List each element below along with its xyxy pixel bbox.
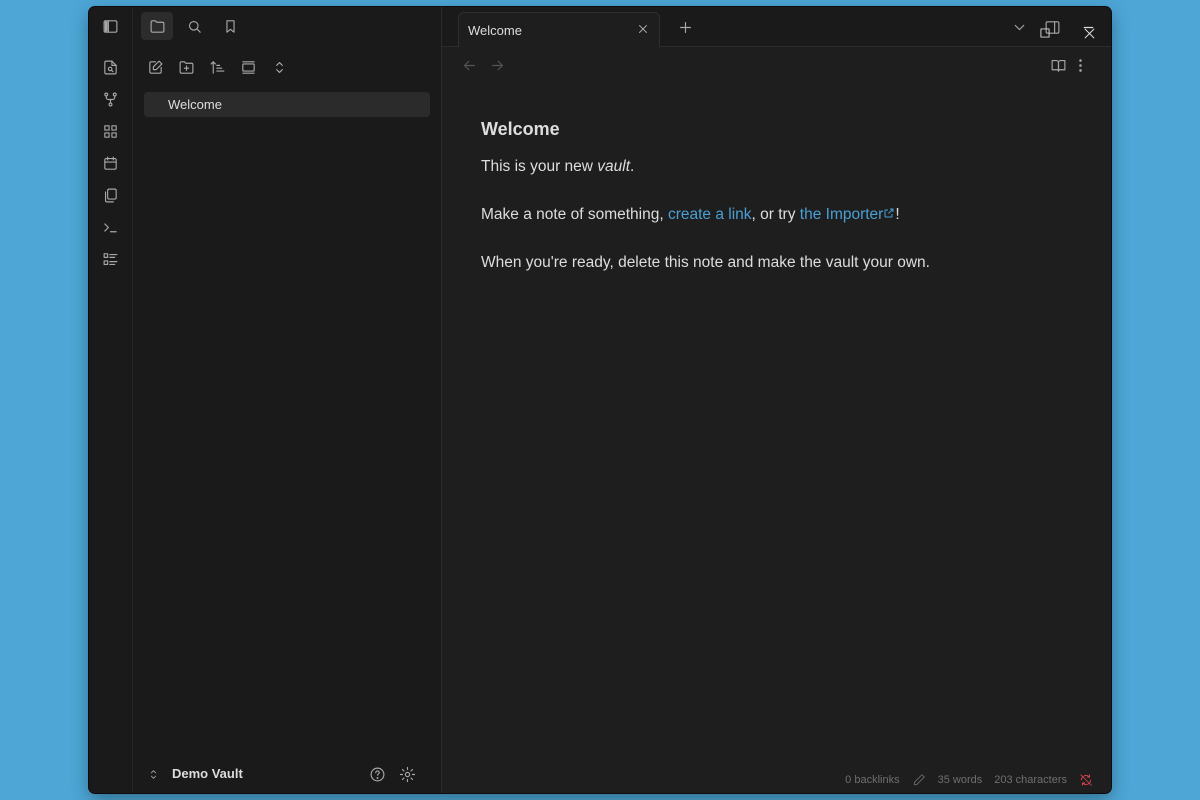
file-item-welcome[interactable]: Welcome: [144, 92, 430, 117]
close-tab-icon[interactable]: [631, 17, 655, 41]
sort-icon[interactable]: [202, 53, 232, 81]
chevron-up-down-icon: [141, 760, 165, 788]
new-note-icon[interactable]: [140, 53, 170, 81]
note-title: Welcome: [481, 119, 560, 139]
paragraph-2: Make a note of something, create a link,…: [481, 204, 1081, 226]
tab-title: Welcome: [468, 23, 522, 38]
editor-pane: Welcome This is your new vault. Make a n…: [442, 47, 1111, 793]
open-quick-switcher-icon[interactable]: [95, 53, 125, 81]
toggle-sidebar-icon[interactable]: [95, 12, 125, 40]
p2-suffix: !: [895, 206, 900, 223]
importer-link[interactable]: the Importer: [800, 206, 896, 223]
calendar-icon[interactable]: [95, 149, 125, 177]
outline-list-icon[interactable]: [95, 245, 125, 273]
tab-welcome[interactable]: Welcome: [458, 12, 660, 47]
forward-arrow-icon[interactable]: [482, 51, 512, 79]
status-bar: 0 backlinks 35 words 203 characters: [845, 771, 1093, 789]
new-folder-icon[interactable]: [171, 53, 201, 81]
back-arrow-icon[interactable]: [454, 51, 484, 79]
graph-view-icon[interactable]: [95, 85, 125, 113]
p1-text: This is your new: [481, 158, 598, 175]
external-link-icon: [884, 208, 894, 218]
backlinks-count[interactable]: 0 backlinks: [845, 774, 899, 786]
maximize-icon[interactable]: [1032, 19, 1058, 47]
note-content[interactable]: Welcome This is your new vault. Make a n…: [481, 119, 1081, 300]
settings-gear-icon[interactable]: [392, 760, 422, 788]
paragraph-3: When you're ready, delete this note and …: [481, 254, 930, 271]
templates-icon[interactable]: [95, 181, 125, 209]
p2-text: Make a note of something,: [481, 206, 668, 223]
command-palette-icon[interactable]: [95, 213, 125, 241]
reading-view-book-icon[interactable]: [1043, 51, 1073, 79]
edit-mode-pencil-icon[interactable]: [912, 773, 926, 787]
p1-emphasis: vault: [597, 158, 631, 175]
file-explorer-sidebar: Welcome Demo Vault: [133, 7, 442, 793]
tab-bar: Welcome: [442, 7, 1111, 47]
character-count: 203 characters: [994, 774, 1067, 786]
expand-collapse-icon[interactable]: [264, 53, 294, 81]
word-count: 35 words: [937, 774, 983, 786]
importer-link-text: the Importer: [799, 206, 884, 223]
files-icon[interactable]: [141, 12, 173, 40]
bookmark-icon[interactable]: [215, 12, 245, 40]
more-options-icon[interactable]: [1070, 51, 1090, 79]
tab-list-chevron-down-icon[interactable]: [1004, 13, 1034, 41]
sync-error-icon[interactable]: [1079, 773, 1093, 787]
p1-suffix: .: [630, 158, 635, 175]
app-window: Welcome Demo Vault Welcome Welcome This …: [89, 7, 1111, 793]
left-ribbon: [89, 7, 133, 793]
vault-name: Demo Vault: [172, 766, 243, 781]
new-tab-plus-icon[interactable]: [670, 13, 700, 41]
vault-switcher[interactable]: Demo Vault: [133, 759, 441, 789]
canvas-icon[interactable]: [95, 117, 125, 145]
auto-reveal-icon[interactable]: [233, 53, 263, 81]
search-icon[interactable]: [179, 12, 209, 40]
help-icon[interactable]: [362, 760, 392, 788]
p2-mid: , or try: [751, 206, 800, 223]
paragraph-1: This is your new vault.: [481, 156, 1081, 178]
create-link-link[interactable]: create a link: [668, 206, 752, 223]
close-window-icon[interactable]: [1076, 19, 1102, 47]
